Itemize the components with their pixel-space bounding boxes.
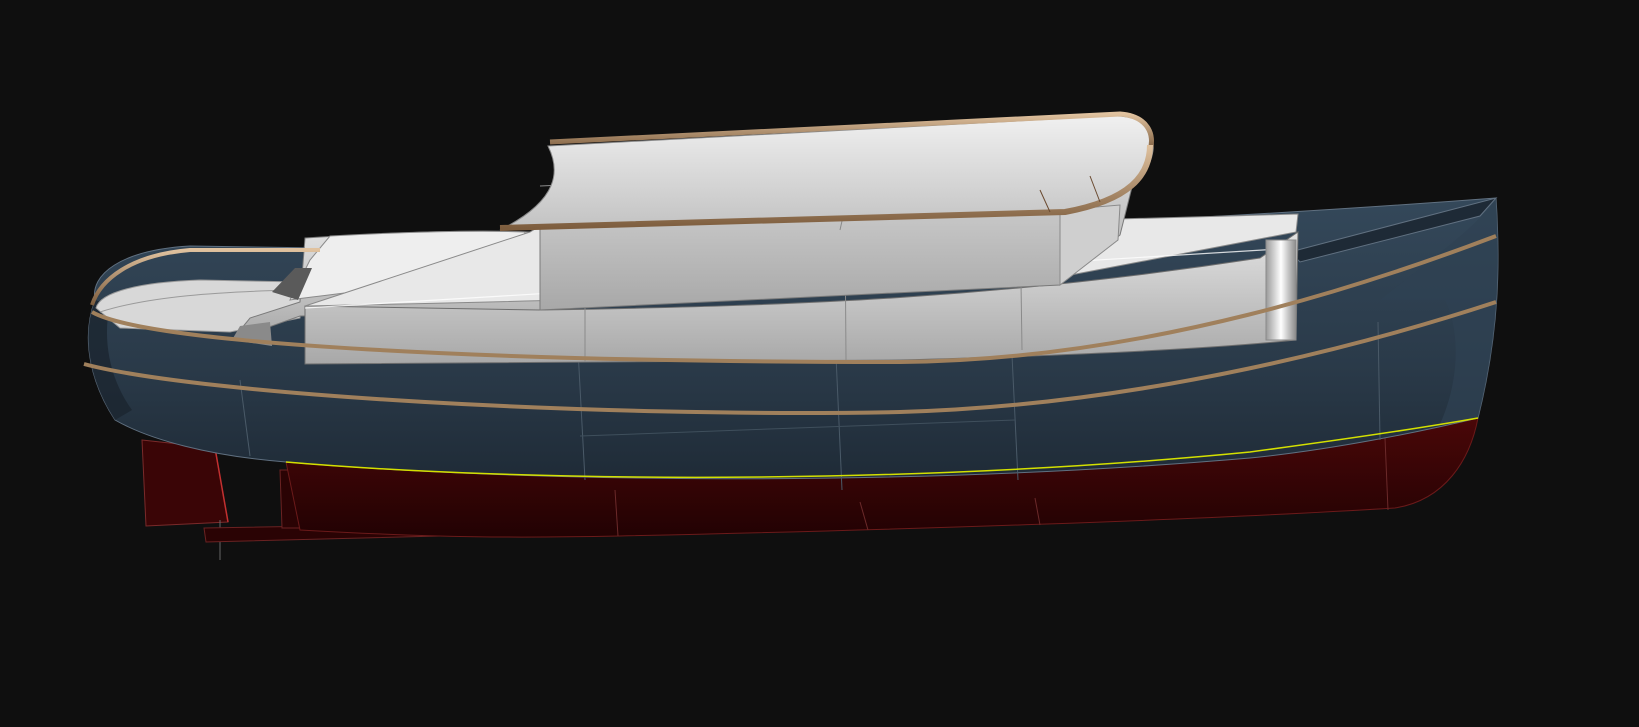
render-viewport (0, 0, 1639, 727)
boat-render (83, 111, 1499, 560)
bow-window-post (1265, 239, 1297, 341)
roof (499, 111, 1154, 231)
